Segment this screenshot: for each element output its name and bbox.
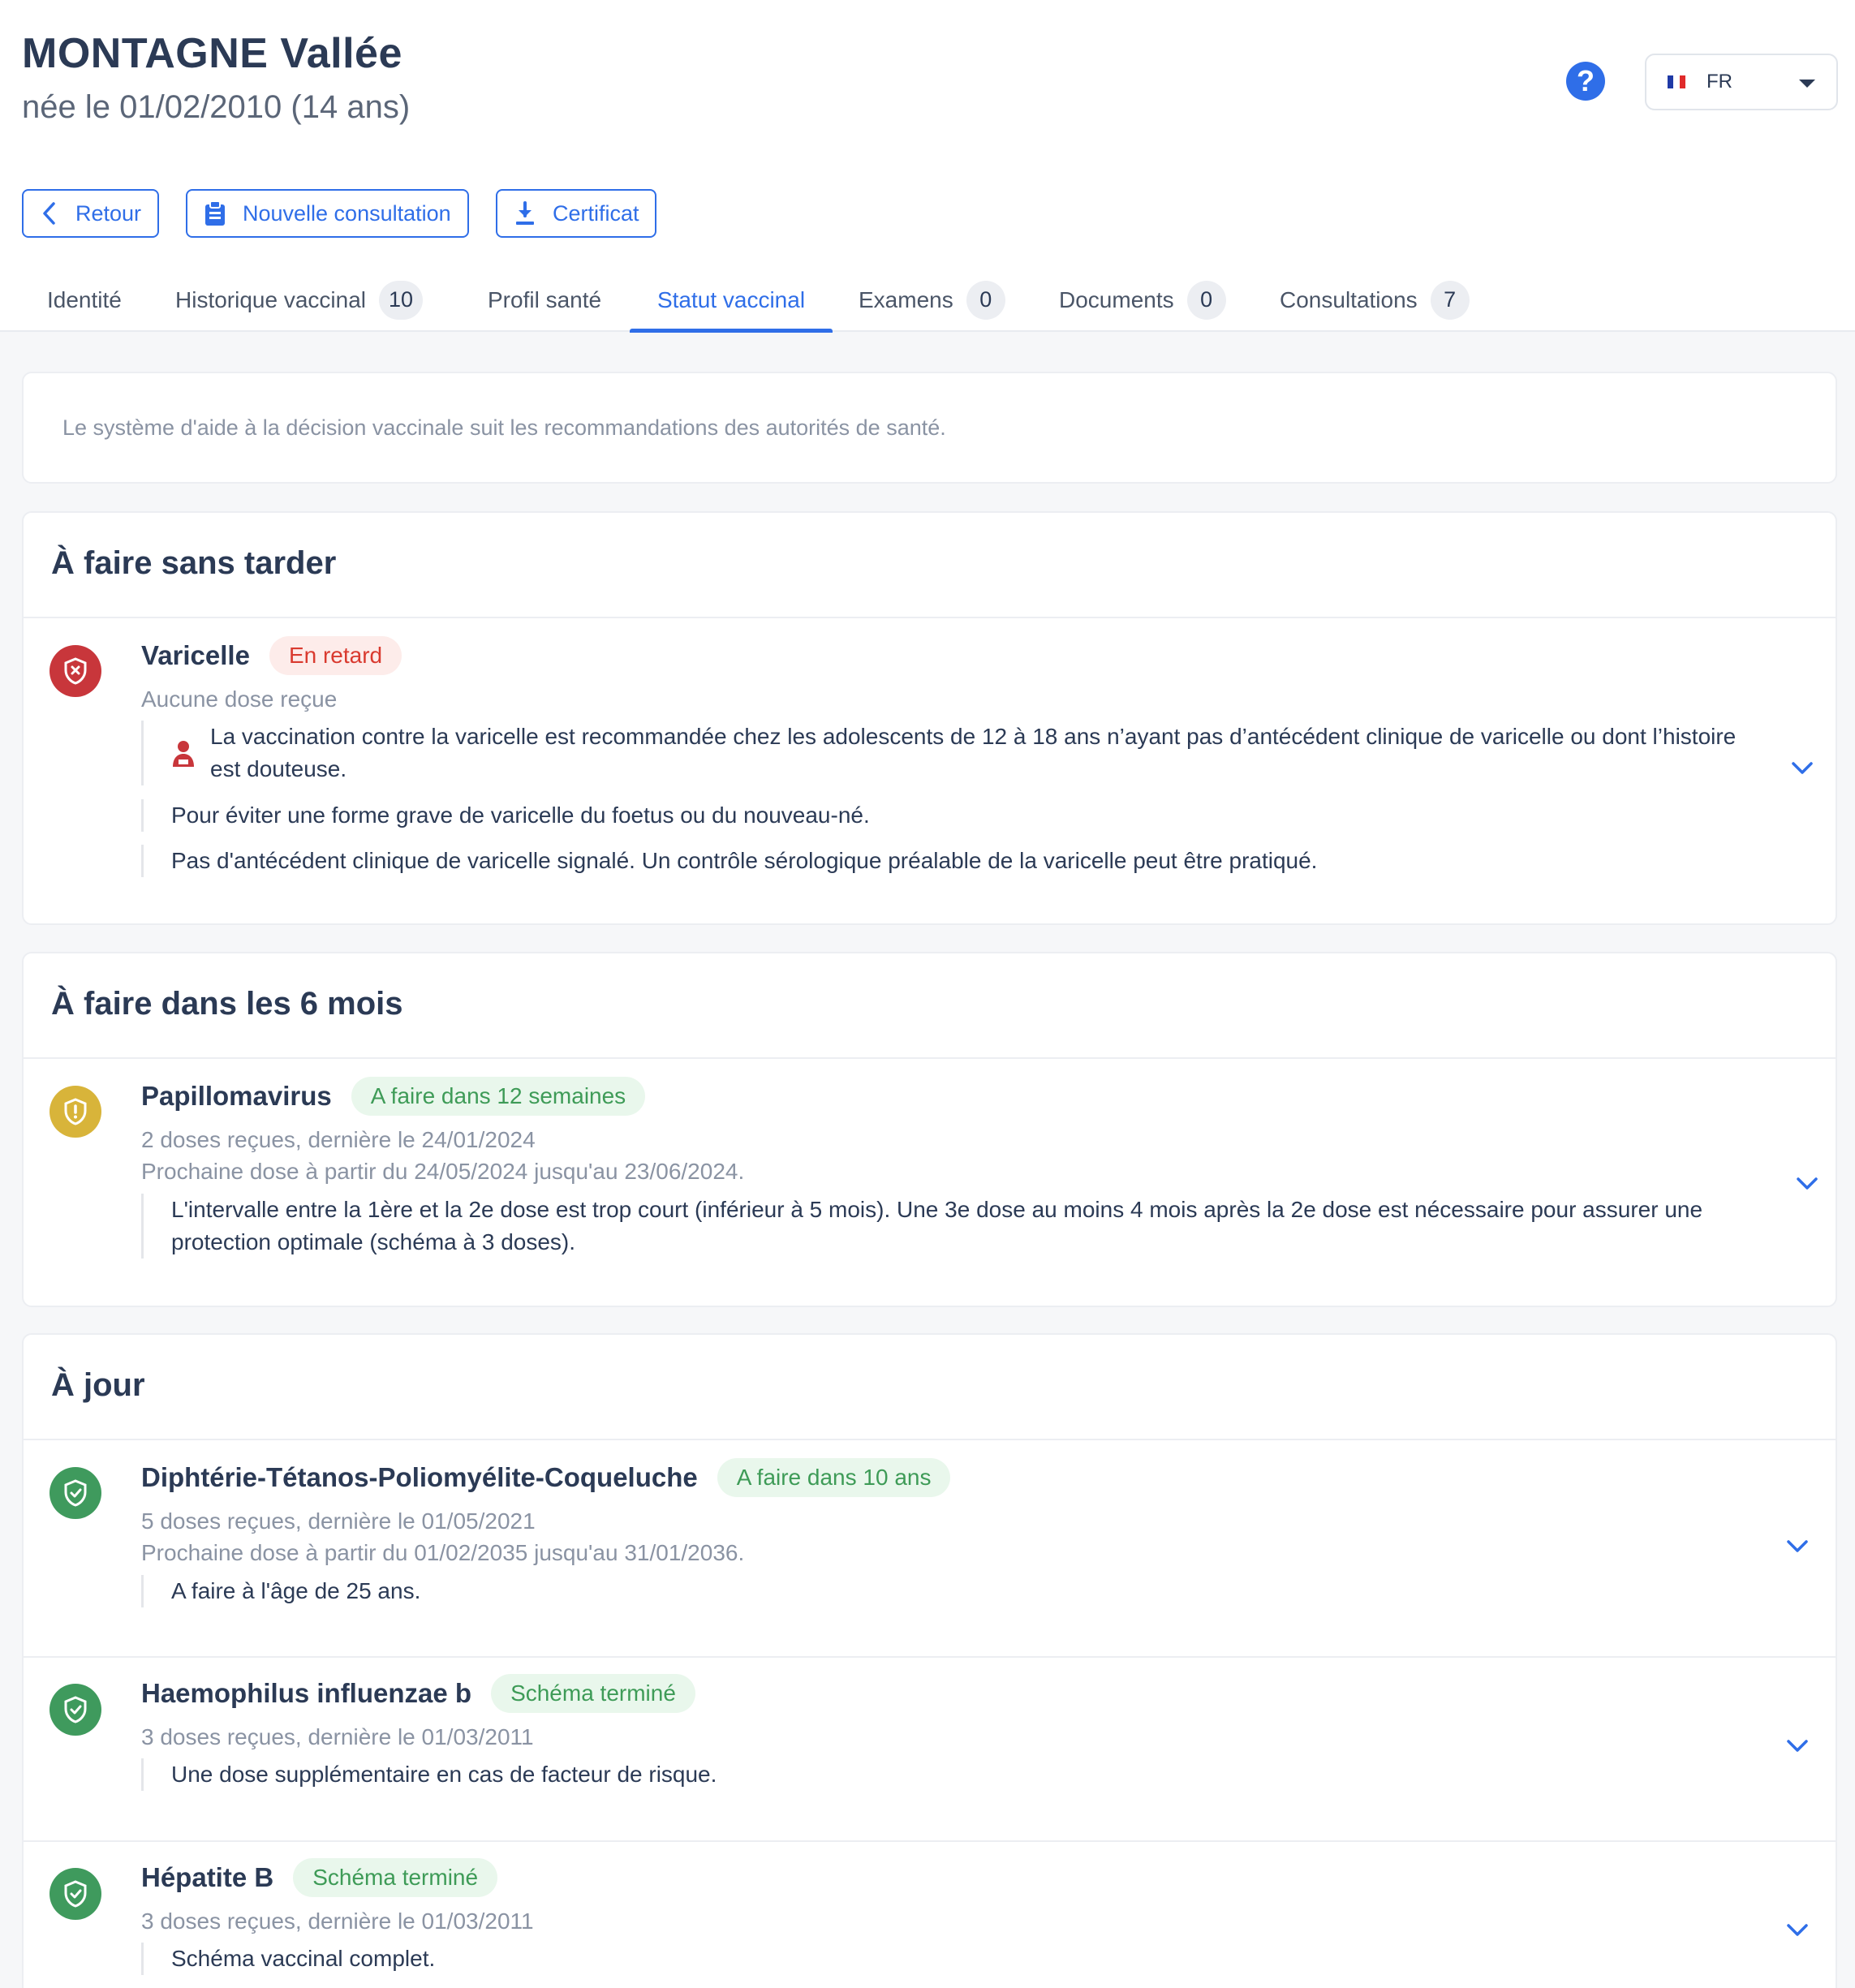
section-six-months: À faire dans les 6 mois Papillomavirus A…: [22, 952, 1837, 1307]
section-title: À faire dans les 6 mois: [51, 986, 403, 1022]
vaccine-name-text: Haemophilus influenzae b: [141, 1678, 472, 1708]
recommendation-note: Une dose supplémentaire en cas de facteu…: [141, 1758, 1748, 1791]
language-value: FR: [1707, 71, 1732, 93]
section-urgent: À faire sans tarder Varicelle En retard …: [22, 511, 1837, 925]
tab-label: Profil santé: [488, 286, 602, 312]
tab-statut-vaccinal[interactable]: Statut vaccinal: [630, 268, 833, 333]
vaccine-name-text: Diphtérie-Tétanos-Poliomyélite-Coqueluch…: [141, 1462, 698, 1492]
vaccine-item-varicelle[interactable]: Varicelle En retard Aucune dose reçue La…: [24, 618, 1836, 925]
chevron-down-icon[interactable]: [1791, 761, 1814, 780]
tab-count-badge: 0: [966, 280, 1005, 320]
shield-alert-icon: [49, 1086, 101, 1138]
vaccine-name-text: Hépatite B: [141, 1862, 274, 1892]
download-icon: [514, 201, 536, 226]
tab-consultations[interactable]: Consultations 7: [1280, 268, 1470, 332]
note-text: A faire à l'âge de 25 ans.: [171, 1578, 421, 1603]
recommendation-note: L'intervalle entre la 1ère et la 2e dose…: [141, 1194, 1764, 1259]
back-label: Retour: [75, 200, 142, 226]
doctor-icon: [171, 740, 196, 777]
section-title: À jour: [51, 1367, 145, 1403]
status-badge: Schéma terminé: [293, 1858, 498, 1897]
doses-text: 5 doses reçues, dernière le 01/05/2021: [141, 1508, 536, 1534]
doses-text: Aucune dose reçue: [141, 686, 338, 712]
tab-examens[interactable]: Examens 0: [859, 268, 1005, 332]
vaccine-name-text: Varicelle: [141, 640, 250, 670]
french-flag-icon: [1668, 75, 1685, 88]
vaccine-item-dtpc[interactable]: Diphtérie-Tétanos-Poliomyélite-Coqueluch…: [24, 1440, 1836, 1656]
next-dose-text: Prochaine dose à partir du 24/05/2024 ju…: [141, 1159, 745, 1184]
tab-count-badge: 0: [1186, 280, 1226, 320]
info-text: Le système d'aide à la décision vaccinal…: [62, 415, 946, 440]
vaccine-name: Hépatite B Schéma terminé: [141, 1858, 498, 1897]
note-text: Schéma vaccinal complet.: [171, 1946, 436, 1971]
chevron-left-icon: [40, 201, 59, 226]
vaccine-name: Varicelle En retard: [141, 636, 402, 675]
doses-text: 2 doses reçues, dernière le 24/01/2024: [141, 1127, 536, 1152]
tab-historique-vaccinal[interactable]: Historique vaccinal 10: [175, 268, 424, 332]
doses-text: 3 doses reçues, dernière le 01/03/2011: [141, 1724, 534, 1749]
vaccine-item-papillomavirus[interactable]: Papillomavirus A faire dans 12 semaines …: [24, 1059, 1836, 1307]
certificate-button[interactable]: Certificat: [496, 189, 656, 238]
doses-text: 3 doses reçues, dernière le 01/03/2011: [141, 1908, 534, 1934]
tab-count-badge: 7: [1430, 280, 1470, 320]
note-text: La vaccination contre la varicelle est r…: [210, 724, 1737, 781]
status-badge: A faire dans 10 ans: [717, 1458, 951, 1497]
vaccine-name: Papillomavirus A faire dans 12 semaines: [141, 1077, 646, 1116]
section-up-to-date: À jour Diphtérie-Tétanos-Poliomyélite-Co…: [22, 1333, 1837, 1988]
tab-bar: Identité Historique vaccinal 10 Profil s…: [0, 268, 1855, 333]
note-text: Pas d'antécédent clinique de varicelle s…: [171, 848, 1318, 873]
status-badge: A faire dans 12 semaines: [351, 1077, 646, 1116]
chevron-down-icon[interactable]: [1786, 1739, 1809, 1758]
tab-count-badge: 10: [379, 280, 424, 320]
status-badge: En retard: [269, 636, 402, 675]
chevron-down-icon[interactable]: [1786, 1539, 1809, 1558]
vaccine-item-hib[interactable]: Haemophilus influenzae b Schéma terminé …: [24, 1658, 1836, 1840]
note-text: Une dose supplémentaire en cas de facteu…: [171, 1762, 717, 1787]
tab-label: Consultations: [1280, 286, 1418, 312]
note-text: L'intervalle entre la 1ère et la 2e dose…: [171, 1197, 1703, 1254]
vaccine-name: Haemophilus influenzae b Schéma terminé: [141, 1674, 695, 1713]
patient-name: MONTAGNE Vallée: [22, 30, 402, 77]
recommendation-note: Pour éviter une forme grave de varicelle…: [141, 799, 1748, 832]
tab-label: Historique vaccinal: [175, 286, 366, 312]
help-icon[interactable]: ?: [1566, 62, 1605, 101]
recommendation-note: Pas d'antécédent clinique de varicelle s…: [141, 845, 1748, 877]
chevron-down-icon[interactable]: [1796, 1177, 1818, 1195]
note-text: Pour éviter une forme grave de varicelle…: [171, 803, 870, 828]
shield-check-icon: [49, 1868, 101, 1920]
patient-header: MONTAGNE Vallée née le 01/02/2010 (14 an…: [0, 0, 1855, 333]
next-dose-text: Prochaine dose à partir du 01/02/2035 ju…: [141, 1540, 745, 1565]
tab-profil-sante[interactable]: Profil santé: [488, 268, 601, 332]
language-select[interactable]: FR: [1645, 54, 1838, 110]
recommendation-note: A faire à l'âge de 25 ans.: [141, 1575, 1748, 1607]
shield-check-icon: [49, 1684, 101, 1736]
new-consultation-button[interactable]: Nouvelle consultation: [186, 189, 469, 238]
status-badge: Schéma terminé: [491, 1674, 695, 1713]
patient-birth: née le 01/02/2010 (14 ans): [22, 89, 411, 125]
chevron-down-icon[interactable]: [1786, 1923, 1809, 1942]
tab-label: Statut vaccinal: [656, 286, 806, 312]
back-button[interactable]: Retour: [22, 189, 159, 238]
tab-identite[interactable]: Identité: [47, 268, 122, 332]
tab-documents[interactable]: Documents 0: [1059, 268, 1226, 332]
vaccine-name: Diphtérie-Tétanos-Poliomyélite-Coqueluch…: [141, 1458, 951, 1497]
clipboard-icon: [204, 200, 226, 226]
caret-down-icon: [1799, 80, 1815, 88]
vaccine-item-hepatite-b[interactable]: Hépatite B Schéma terminé 3 doses reçues…: [24, 1842, 1836, 1988]
certificate-label: Certificat: [553, 200, 639, 226]
new-consultation-label: Nouvelle consultation: [243, 200, 451, 226]
vaccine-name-text: Papillomavirus: [141, 1081, 332, 1111]
tab-label: Documents: [1059, 286, 1174, 312]
shield-check-icon: [49, 1467, 101, 1519]
section-title: À faire sans tarder: [51, 545, 337, 581]
shield-x-icon: [49, 645, 101, 697]
recommendation-note: La vaccination contre la varicelle est r…: [141, 721, 1748, 785]
tab-label: Identité: [47, 286, 122, 312]
tab-label: Examens: [859, 286, 953, 312]
info-card: Le système d'aide à la décision vaccinal…: [22, 372, 1837, 484]
recommendation-note: Schéma vaccinal complet.: [141, 1943, 1748, 1975]
